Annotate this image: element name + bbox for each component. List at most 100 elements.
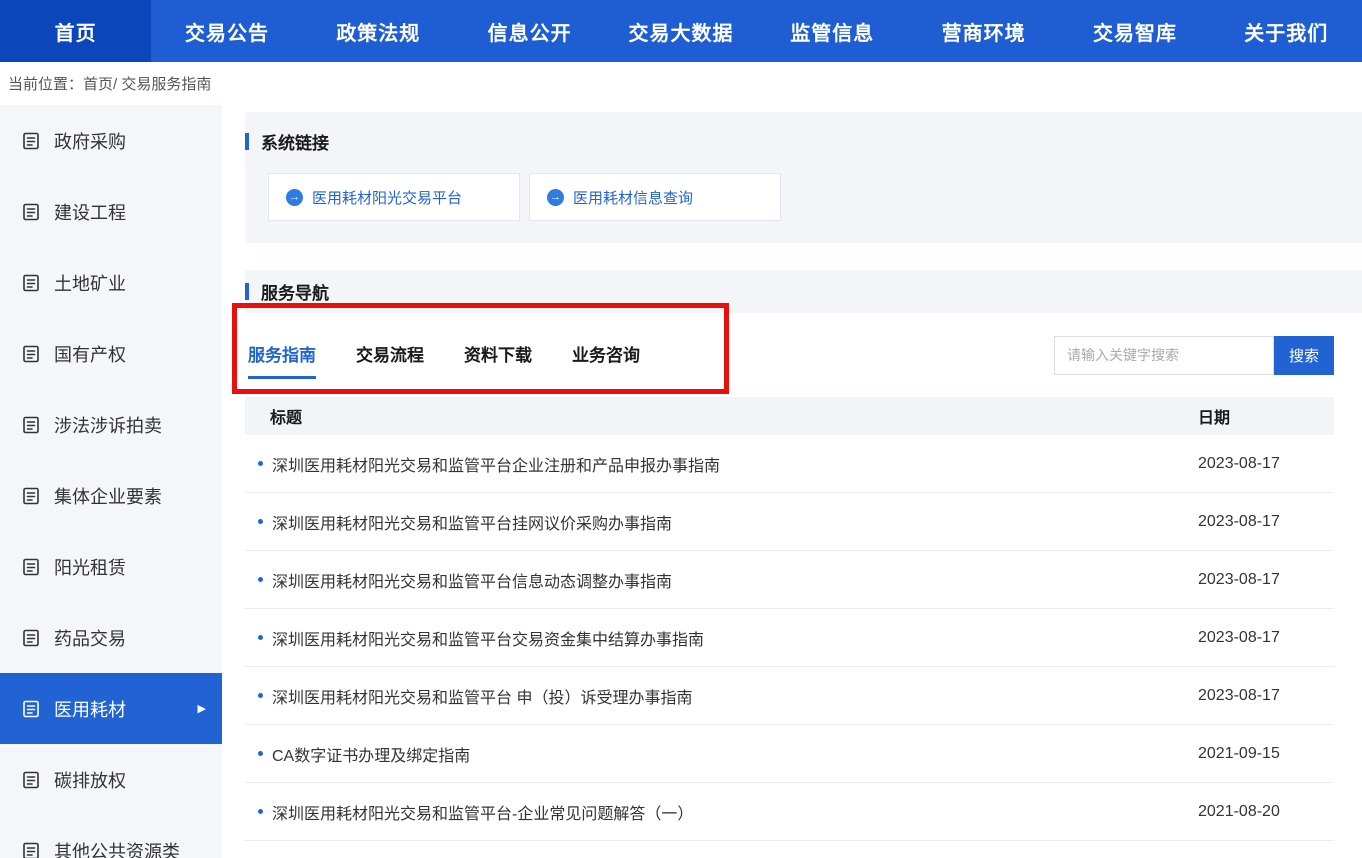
sunshine-leasing-icon <box>21 557 41 577</box>
sidebar-item-label: 国有产权 <box>54 341 126 367</box>
nav-item-about[interactable]: 关于我们 <box>1211 0 1362 62</box>
nav-item-label: 监管信息 <box>790 17 874 46</box>
system-links-title: 系统链接 <box>245 129 1362 154</box>
sidebar-item-gov-procurement[interactable]: 政府采购 ▶ <box>0 105 222 176</box>
guide-title-link[interactable]: 深圳医用耗材阳光交易和监管平台信息动态调整办事指南 <box>272 568 1198 592</box>
search-button[interactable]: 搜索 <box>1274 336 1334 375</box>
nav-item-label: 信息公开 <box>488 17 572 46</box>
guide-date: 2023-08-17 <box>1198 571 1334 589</box>
title-bar-decoration <box>245 133 249 150</box>
tab-label: 资料下载 <box>464 346 532 365</box>
sidebar-item-medical-consumables[interactable]: 医用耗材 ▶ <box>0 673 222 744</box>
guide-table: 标题 日期 深圳医用耗材阳光交易和监管平台企业注册和产品申报办事指南 2023-… <box>245 397 1334 841</box>
drug-trading-icon <box>21 628 41 648</box>
collective-enterprise-icon <box>21 486 41 506</box>
search-input[interactable] <box>1054 336 1274 375</box>
breadcrumb-prefix: 当前位置： <box>8 73 83 94</box>
guide-title-link[interactable]: 深圳医用耗材阳光交易和监管平台交易资金集中结算办事指南 <box>272 626 1198 650</box>
table-row: 深圳医用耗材阳光交易和监管平台挂网议价采购办事指南 2023-08-17 <box>245 493 1334 551</box>
nav-item-supervision[interactable]: 监管信息 <box>757 0 908 62</box>
title-bar-decoration <box>245 283 249 300</box>
section-title-text: 系统链接 <box>261 129 329 154</box>
table-row: 深圳医用耗材阳光交易和监管平台企业注册和产品申报办事指南 2023-08-17 <box>245 435 1334 493</box>
guide-date: 2023-08-17 <box>1198 629 1334 647</box>
bullet-icon <box>258 751 263 756</box>
land-mining-icon <box>21 273 41 293</box>
guide-date: 2023-08-17 <box>1198 455 1334 473</box>
system-link-info-query[interactable]: → 医用耗材信息查询 <box>529 173 781 221</box>
system-link-sunshine-trading-platform[interactable]: → 医用耗材阳光交易平台 <box>268 173 520 221</box>
page-body: 政府采购 ▶ 建设工程 ▶ 土地矿业 ▶ 国有产权 ▶ <box>0 105 1362 858</box>
sidebar-item-label: 医用耗材 <box>54 696 126 722</box>
sidebar-item-label: 碳排放权 <box>54 767 126 793</box>
bullet-icon <box>258 809 263 814</box>
table-row: CA数字证书办理及绑定指南 2021-09-15 <box>245 725 1334 783</box>
guide-date: 2021-08-20 <box>1198 803 1334 821</box>
arrow-circle-icon: → <box>286 189 303 206</box>
sidebar-item-drug-trading[interactable]: 药品交易 ▶ <box>0 602 222 673</box>
header-date: 日期 <box>1198 404 1334 428</box>
construction-icon <box>21 202 41 222</box>
nav-item-home[interactable]: 首页 <box>0 0 151 62</box>
guide-date: 2023-08-17 <box>1198 513 1334 531</box>
sidebar-item-other-public-resources[interactable]: 其他公共资源类 ▶ <box>0 815 222 858</box>
bullet-icon <box>258 635 263 640</box>
table-row: 深圳医用耗材阳光交易和监管平台 申（投）诉受理办事指南 2023-08-17 <box>245 667 1334 725</box>
arrow-circle-icon: → <box>547 189 564 206</box>
medical-consumables-icon <box>21 699 41 719</box>
sidebar-item-label: 政府采购 <box>54 128 126 154</box>
guide-title-link[interactable]: 深圳医用耗材阳光交易和监管平台挂网议价采购办事指南 <box>272 510 1198 534</box>
sidebar-item-litigation-auction[interactable]: 涉法涉诉拍卖 ▶ <box>0 389 222 460</box>
sidebar-item-label: 涉法涉诉拍卖 <box>54 412 162 438</box>
guide-title-link[interactable]: 深圳医用耗材阳光交易和监管平台企业注册和产品申报办事指南 <box>272 452 1198 476</box>
tab-trade-process[interactable]: 交易流程 <box>356 331 424 379</box>
top-navigation: 首页 交易公告 政策法规 信息公开 交易大数据 监管信息 营商环境 交易智库 关… <box>0 0 1362 62</box>
sidebar-item-construction[interactable]: 建设工程 ▶ <box>0 176 222 247</box>
sidebar-item-label: 其他公共资源类 <box>54 838 180 858</box>
nav-item-label: 交易大数据 <box>628 17 733 46</box>
sidebar: 政府采购 ▶ 建设工程 ▶ 土地矿业 ▶ 国有产权 ▶ <box>0 105 222 858</box>
tabs-row: 服务指南 交易流程 资料下载 业务咨询 搜索 <box>245 313 1334 397</box>
breadcrumb-path[interactable]: 首页/ 交易服务指南 <box>83 73 211 94</box>
bullet-icon <box>258 577 263 582</box>
tab-label: 服务指南 <box>248 346 316 365</box>
nav-item-label: 关于我们 <box>1244 17 1328 46</box>
tab-label: 业务咨询 <box>572 346 640 365</box>
nav-item-big-data[interactable]: 交易大数据 <box>605 0 756 62</box>
sidebar-item-state-property[interactable]: 国有产权 ▶ <box>0 318 222 389</box>
guide-title-link[interactable]: 深圳医用耗材阳光交易和监管平台 申（投）诉受理办事指南 <box>272 684 1198 708</box>
table-body: 深圳医用耗材阳光交易和监管平台企业注册和产品申报办事指南 2023-08-17 … <box>245 435 1334 841</box>
main-content: 系统链接 → 医用耗材阳光交易平台 → 医用耗材信息查询 服务导航 服务指南 交… <box>222 105 1362 858</box>
nav-item-think-tank[interactable]: 交易智库 <box>1059 0 1210 62</box>
nav-item-business-env[interactable]: 营商环境 <box>908 0 1059 62</box>
tab-label: 交易流程 <box>356 346 424 365</box>
tab-download[interactable]: 资料下载 <box>464 331 532 379</box>
guide-title-link[interactable]: 深圳医用耗材阳光交易和监管平台-企业常见问题解答（一） <box>272 800 1198 824</box>
table-header: 标题 日期 <box>245 397 1334 435</box>
litigation-auction-icon <box>21 415 41 435</box>
nav-item-announcements[interactable]: 交易公告 <box>151 0 302 62</box>
sidebar-item-label: 土地矿业 <box>54 270 126 296</box>
sidebar-item-land-mining[interactable]: 土地矿业 ▶ <box>0 247 222 318</box>
guide-title-link[interactable]: CA数字证书办理及绑定指南 <box>272 742 1198 766</box>
sidebar-item-carbon-emission[interactable]: 碳排放权 ▶ <box>0 744 222 815</box>
nav-item-info-disclosure[interactable]: 信息公开 <box>454 0 605 62</box>
system-link-label: 医用耗材阳光交易平台 <box>312 187 462 208</box>
guide-date: 2023-08-17 <box>1198 687 1334 705</box>
search-box: 搜索 <box>1054 336 1334 375</box>
service-nav-title: 服务导航 <box>245 279 329 304</box>
system-link-label: 医用耗材信息查询 <box>573 187 693 208</box>
table-row: 深圳医用耗材阳光交易和监管平台信息动态调整办事指南 2023-08-17 <box>245 551 1334 609</box>
nav-item-policies[interactable]: 政策法规 <box>303 0 454 62</box>
sidebar-item-collective-enterprise[interactable]: 集体企业要素 ▶ <box>0 460 222 531</box>
carbon-emission-icon <box>21 770 41 790</box>
nav-item-label: 交易公告 <box>185 17 269 46</box>
sidebar-item-sunshine-leasing[interactable]: 阳光租赁 ▶ <box>0 531 222 602</box>
sidebar-item-label: 集体企业要素 <box>54 483 162 509</box>
sidebar-item-label: 药品交易 <box>54 625 126 651</box>
table-row: 深圳医用耗材阳光交易和监管平台-企业常见问题解答（一） 2021-08-20 <box>245 783 1334 841</box>
nav-item-label: 交易智库 <box>1093 17 1177 46</box>
tab-service-guide[interactable]: 服务指南 <box>248 331 316 379</box>
system-links-row: → 医用耗材阳光交易平台 → 医用耗材信息查询 <box>268 173 1362 221</box>
tab-consult[interactable]: 业务咨询 <box>572 331 640 379</box>
